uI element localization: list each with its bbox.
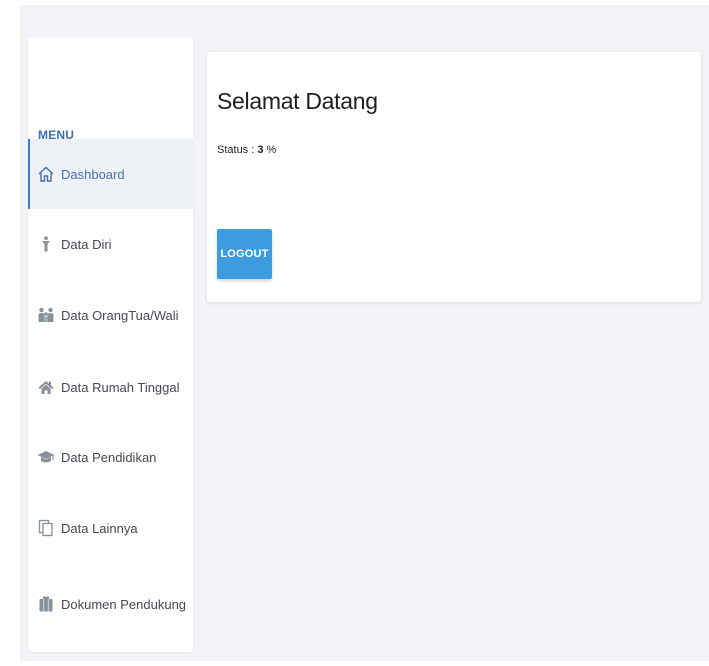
status-label: Status : [217,144,258,156]
house-icon [36,377,56,397]
person-icon [36,234,56,254]
graduation-cap-icon [36,447,56,467]
sidebar-item-data-lainnya[interactable]: Data Lainnya [28,493,193,563]
logout-button[interactable]: LOGOUT [217,229,272,279]
status-unit: % [263,144,277,156]
sidebar-item-label: Data OrangTua/Wali [61,307,179,323]
sidebar-item-data-orangtua[interactable]: Data OrangTua/Wali [28,280,193,350]
documents-icon [36,518,56,538]
folder-icon [36,594,56,614]
page-title: Selamat Datang [217,88,378,114]
sidebar-item-label: Dokumen Pendukung [61,596,187,612]
sidebar-item-data-rumah[interactable]: Data Rumah Tinggal [28,352,193,422]
sidebar-item-dokumen-pendukung[interactable]: Dokumen Pendukung [28,569,193,639]
sidebar-item-dashboard[interactable]: Dashboard [28,139,193,209]
home-icon [36,164,56,184]
family-icon [36,305,56,325]
sidebar-item-label: Data Lainnya [61,520,138,536]
sidebar-item-label: Data Diri [61,236,112,252]
status-text: Status : 3 % [217,144,276,156]
sidebar-item-label: Dashboard [61,166,125,182]
welcome-card: Selamat Datang Status : 3 % LOGOUT [207,52,701,302]
app-viewport: MENU Dashboard Data Diri Data OrangTua/W… [20,5,709,661]
sidebar-item-label: Data Rumah Tinggal [61,379,180,395]
sidebar-item-label: Data Pendidikan [61,449,157,465]
sidebar-item-data-diri[interactable]: Data Diri [28,209,193,279]
sidebar-item-data-pendidikan[interactable]: Data Pendidikan [28,422,193,492]
sidebar: MENU Dashboard Data Diri Data OrangTua/W… [28,37,193,652]
